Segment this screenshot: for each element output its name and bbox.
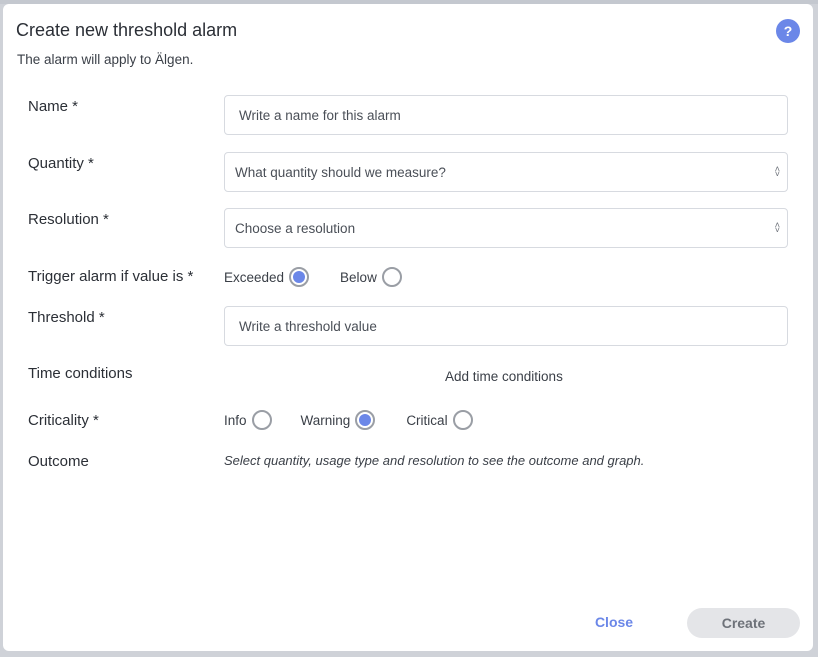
- resolution-label: Resolution *: [28, 211, 109, 228]
- radio-warning[interactable]: [355, 410, 376, 430]
- outcome-label: Outcome: [28, 453, 89, 470]
- radio-exceeded[interactable]: [289, 267, 310, 287]
- radio-info[interactable]: [251, 410, 272, 430]
- trigger-radio-group: Exceeded Below: [224, 267, 402, 287]
- trigger-label: Trigger alarm if value is *: [28, 268, 194, 285]
- criticality-radio-group: Info Warning Critical: [224, 410, 473, 430]
- create-threshold-alarm-dialog: Create new threshold alarm The alarm wil…: [3, 4, 813, 651]
- time-conditions-label: Time conditions: [28, 365, 133, 382]
- trigger-option-below[interactable]: Below: [340, 267, 402, 287]
- name-label: Name *: [28, 98, 79, 115]
- radio-below[interactable]: [381, 267, 402, 287]
- quantity-label: Quantity *: [28, 155, 94, 172]
- criticality-option-critical[interactable]: Critical: [406, 410, 473, 430]
- resolution-select-value: Choose a resolution: [235, 220, 356, 236]
- name-input[interactable]: [224, 95, 788, 135]
- threshold-input[interactable]: [224, 306, 788, 346]
- criticality-option-label: Critical: [406, 412, 448, 428]
- outcome-hint: Select quantity, usage type and resoluti…: [224, 453, 645, 468]
- add-time-conditions-link[interactable]: Add time conditions: [445, 369, 563, 384]
- criticality-option-label: Info: [224, 412, 247, 428]
- chevron-up-down-icon: ˄ ˅: [774, 220, 780, 235]
- criticality-option-warning[interactable]: Warning: [301, 410, 376, 430]
- criticality-label: Criticality *: [28, 412, 99, 429]
- threshold-label: Threshold *: [28, 309, 105, 326]
- trigger-option-exceeded[interactable]: Exceeded: [224, 267, 310, 287]
- quantity-select[interactable]: What quantity should we measure? ˄ ˅: [224, 152, 788, 192]
- radio-critical[interactable]: [452, 410, 473, 430]
- resolution-select[interactable]: Choose a resolution ˄ ˅: [224, 208, 788, 248]
- quantity-select-value: What quantity should we measure?: [235, 164, 446, 180]
- criticality-option-label: Warning: [300, 412, 351, 428]
- dialog-title: Create new threshold alarm: [16, 20, 238, 40]
- chevron-up-down-icon: ˄ ˅: [774, 164, 780, 179]
- create-button[interactable]: Create: [687, 608, 800, 638]
- help-icon[interactable]: ?: [776, 19, 800, 43]
- dialog-subtitle: The alarm will apply to Älgen.: [17, 52, 194, 67]
- trigger-option-label: Exceeded: [224, 269, 285, 285]
- close-button[interactable]: Close: [578, 607, 650, 637]
- criticality-option-info[interactable]: Info: [224, 410, 272, 430]
- trigger-option-label: Below: [340, 269, 377, 285]
